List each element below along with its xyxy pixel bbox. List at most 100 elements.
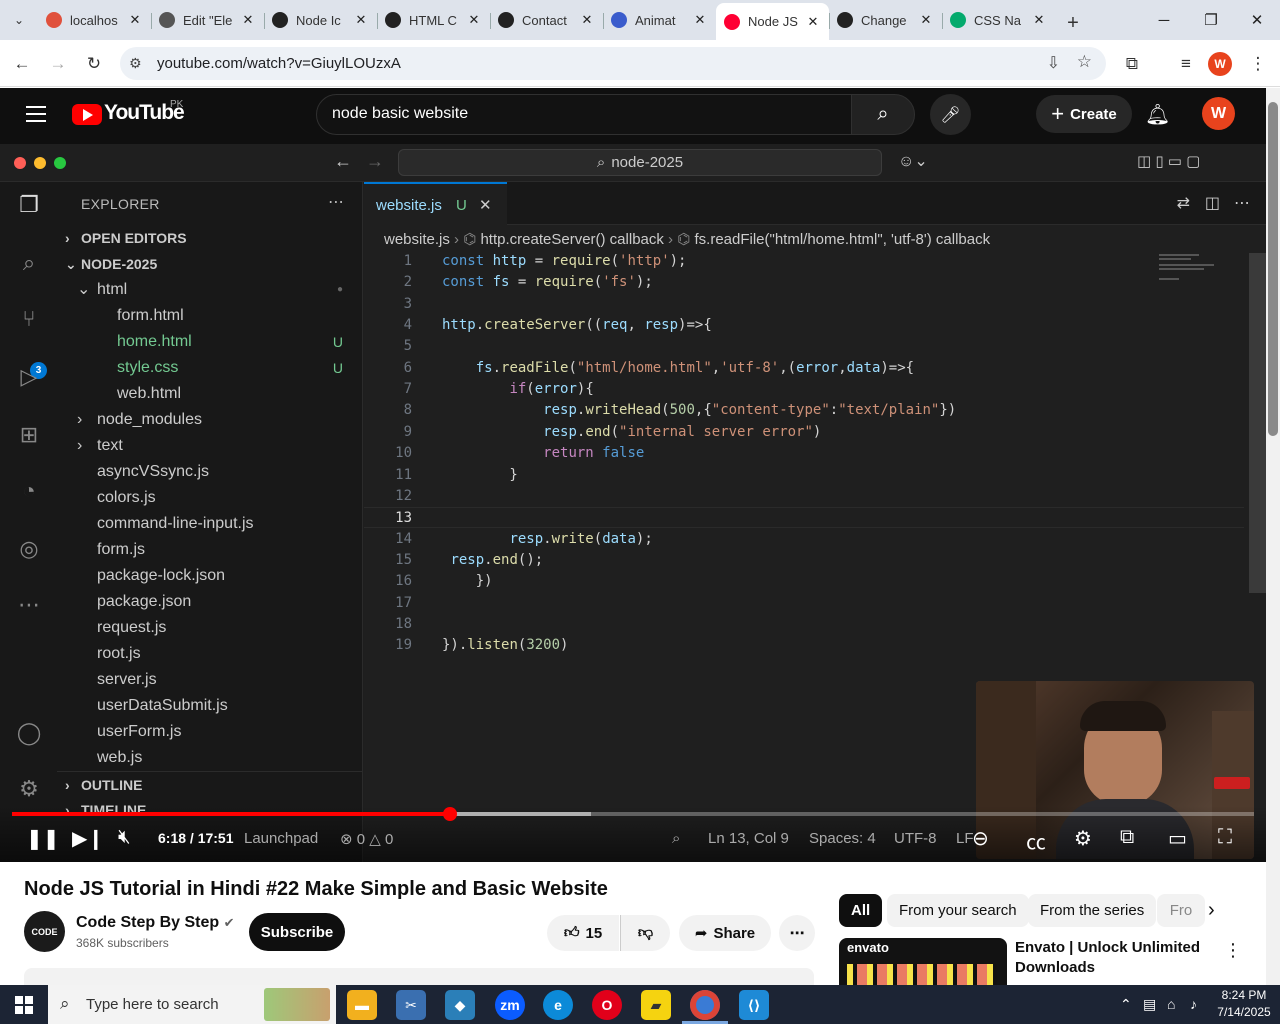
tray-chevron-icon[interactable]: ⌃ — [1120, 996, 1132, 1013]
address-bar[interactable]: ⚙ youtube.com/watch?v=GiuylLOUzxA ⇩ ☆ — [120, 47, 1106, 80]
extensions-icon[interactable]: ⧉ — [1118, 50, 1146, 78]
back-button[interactable]: ← — [8, 50, 36, 78]
browser-tab[interactable]: Contact ✕ — [490, 3, 603, 37]
file-explorer-icon[interactable]: ▬ — [347, 990, 377, 1020]
tray-wifi-icon[interactable]: ⌂ — [1167, 996, 1175, 1012]
share-button[interactable]: ➦ Share — [679, 915, 771, 951]
profile-avatar[interactable]: W — [1208, 52, 1232, 76]
chip-from-the-series[interactable]: From the series — [1028, 894, 1157, 927]
explorer-item[interactable]: userForm.js — [57, 719, 363, 745]
opera-icon[interactable]: O — [592, 990, 622, 1020]
tray-volume-icon[interactable]: ♪ — [1190, 996, 1197, 1012]
browser-menu-icon[interactable]: ⋮ — [1244, 50, 1272, 78]
tab-close-icon[interactable]: ✕ — [692, 12, 708, 28]
edge-icon[interactable]: e — [543, 990, 573, 1020]
sticky-notes-icon[interactable]: ▰ — [641, 990, 671, 1020]
explorer-item[interactable]: request.js — [57, 615, 363, 641]
explorer-item[interactable]: userDataSubmit.js — [57, 693, 363, 719]
subscribe-button[interactable]: Subscribe — [249, 913, 345, 951]
tab-close-icon[interactable]: ✕ — [353, 12, 369, 28]
tab-close-icon[interactable]: ✕ — [127, 12, 143, 28]
vscode-taskbar-icon[interactable]: ⟨⟩ — [739, 990, 769, 1020]
explorer-item[interactable]: web.js — [57, 745, 363, 771]
account-avatar[interactable]: W — [1202, 97, 1235, 130]
ad-title[interactable]: Envato | Unlock Unlimited Downloads — [1015, 938, 1205, 978]
browser-tab[interactable]: CSS Na ✕ — [942, 3, 1055, 37]
install-app-icon[interactable]: ⇩ — [1047, 53, 1060, 73]
browser-tab[interactable]: HTML C ✕ — [377, 3, 490, 37]
like-button[interactable]: 👍︎ 15 — [547, 915, 619, 951]
minimize-button[interactable]: ─ — [1141, 0, 1187, 40]
tab-close-icon[interactable]: ✕ — [918, 12, 934, 28]
chip-truncated[interactable]: Fro — [1157, 894, 1205, 927]
guide-menu-icon[interactable] — [26, 106, 46, 122]
snipping-tool-icon[interactable]: ✂ — [396, 990, 426, 1020]
browser-tab[interactable]: Change ✕ — [829, 3, 942, 37]
fullscreen-icon[interactable]: ⛶ — [1218, 826, 1232, 849]
tab-search-button[interactable]: ⌄ — [0, 0, 38, 40]
explorer-item[interactable]: style.css U — [57, 355, 363, 381]
tab-close-icon[interactable]: ✕ — [466, 12, 482, 28]
explorer-item[interactable]: package.json — [57, 589, 363, 615]
taskbar-clock[interactable]: 8:24 PM 7/14/2025 — [1212, 987, 1276, 1021]
browser-tab[interactable]: Node Ic ✕ — [264, 3, 377, 37]
taskbar-search[interactable]: ⌕ Type here to search — [48, 985, 336, 1024]
browser-tab[interactable]: localhos ✕ — [38, 3, 151, 37]
channel-name[interactable]: Code Step By Step ✔ — [76, 914, 235, 932]
voice-search-button[interactable]: 🎤︎ — [930, 94, 971, 135]
explorer-item[interactable]: web.html — [57, 381, 363, 407]
tray-network-icon[interactable]: ▤ — [1143, 996, 1156, 1013]
ad-thumbnail[interactable]: envato — [839, 938, 1007, 988]
explorer-item[interactable]: home.html U — [57, 329, 363, 355]
media-controls-icon[interactable]: ≡ — [1172, 50, 1200, 78]
more-actions-button[interactable]: ⋯ — [779, 915, 815, 951]
page-scrollbar[interactable] — [1266, 88, 1280, 985]
notifications-bell-icon[interactable]: 🔔︎ — [1145, 102, 1170, 127]
explorer-item[interactable]: root.js — [57, 641, 363, 667]
app-diamond-icon[interactable]: ◆ — [445, 990, 475, 1020]
video-player[interactable]: ← → ⌕ node-2025 ☺⌄ ◫ ▯ ▭ ▢ ❐ ⌕ ⑂ 3 ▷ ⊞ ◔ … — [0, 144, 1266, 862]
youtube-logo-icon[interactable] — [72, 104, 102, 125]
ad-menu-icon[interactable]: ⋮ — [1224, 940, 1242, 961]
reload-button[interactable]: ↻ — [80, 50, 108, 78]
miniplayer-icon[interactable]: ⧉ — [1120, 826, 1134, 849]
browser-tab[interactable]: Node JS ✕ — [716, 3, 829, 40]
tab-close-icon[interactable]: ✕ — [579, 12, 595, 28]
page-scrollbar-thumb[interactable] — [1268, 102, 1278, 436]
autoplay-toggle[interactable]: ⊖ — [972, 826, 989, 851]
close-window-button[interactable]: ✕ — [1234, 0, 1280, 40]
next-video-icon[interactable]: ▶❙ — [72, 826, 104, 851]
explorer-item[interactable]: form.js — [57, 537, 363, 563]
chip-from-your-search[interactable]: From your search — [887, 894, 1029, 927]
browser-tab[interactable]: Animat ✕ — [603, 3, 716, 37]
start-button[interactable] — [0, 985, 48, 1024]
explorer-item[interactable]: package-lock.json — [57, 563, 363, 589]
create-button[interactable]: + Create — [1036, 95, 1132, 133]
browser-tab[interactable]: Edit "Ele ✕ — [151, 3, 264, 37]
tab-close-icon[interactable]: ✕ — [805, 14, 821, 30]
pause-icon[interactable]: ❚❚ — [26, 826, 60, 851]
explorer-item[interactable]: ⌄ html ● — [57, 277, 363, 303]
new-tab-button[interactable]: + — [1055, 6, 1091, 40]
explorer-item[interactable]: colors.js — [57, 485, 363, 511]
explorer-item[interactable]: form.html — [57, 303, 363, 329]
chip-all[interactable]: All — [839, 894, 883, 927]
restore-button[interactable]: ❐ — [1188, 0, 1234, 40]
tab-close-icon[interactable]: ✕ — [1031, 12, 1047, 28]
zoom-icon[interactable]: zm — [495, 990, 525, 1020]
bookmark-star-icon[interactable]: ☆ — [1077, 52, 1092, 72]
explorer-item[interactable]: command-line-input.js — [57, 511, 363, 537]
explorer-item[interactable]: › node_modules — [57, 407, 363, 433]
search-button[interactable]: ⌕ — [851, 94, 915, 135]
forward-button[interactable]: → — [44, 50, 72, 78]
captions-icon[interactable]: ㏄ — [1026, 826, 1046, 855]
progress-scrubber[interactable] — [443, 807, 458, 821]
settings-gear-icon[interactable]: ⚙ — [1074, 826, 1092, 851]
chips-next-icon[interactable]: › — [1208, 899, 1215, 922]
chrome-icon[interactable] — [690, 990, 720, 1020]
tab-close-icon[interactable]: ✕ — [240, 12, 256, 28]
theater-mode-icon[interactable]: ▭ — [1168, 826, 1187, 851]
progress-bar[interactable] — [12, 807, 1254, 821]
mute-icon[interactable]: 🔇︎ — [118, 826, 131, 849]
channel-avatar[interactable]: CODE — [24, 911, 65, 952]
